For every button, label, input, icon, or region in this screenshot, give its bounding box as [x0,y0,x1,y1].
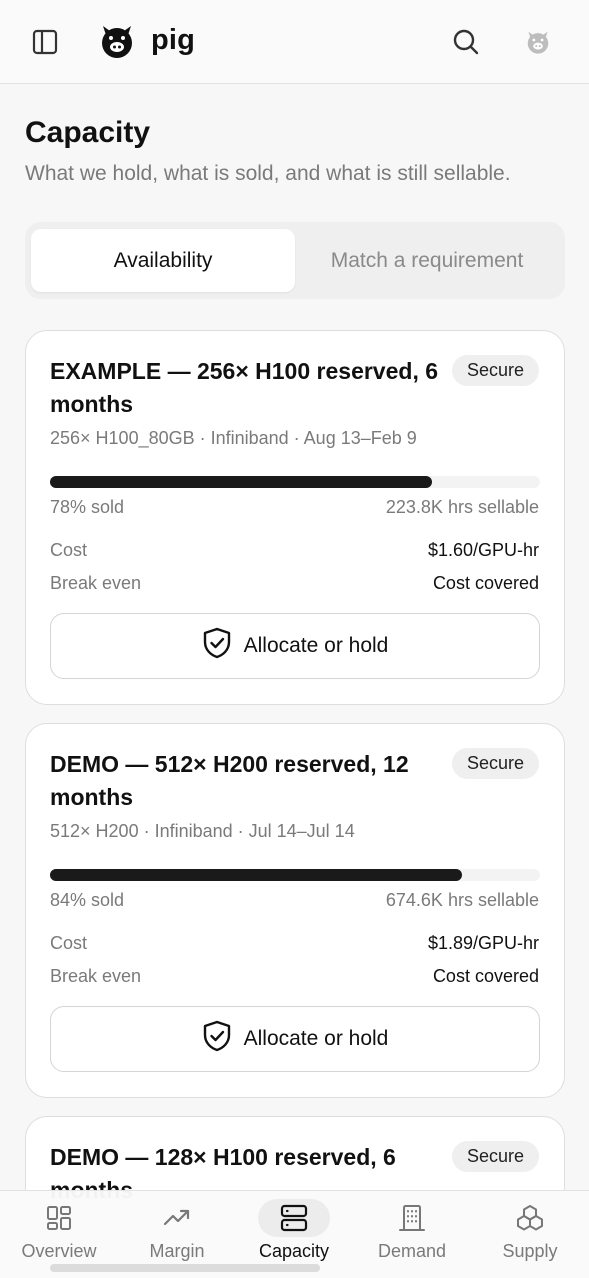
break-even-label: Break even [50,966,142,986]
allocate-button-label: Allocate or hold [243,1027,389,1050]
sold-percent: 84% sold [50,890,125,910]
sellable-hours: 223.8K hrs sellable [385,497,539,517]
nav-label: Capacity [258,1241,330,1261]
nav-label: Supply [502,1241,558,1261]
shield-check-icon [202,1020,232,1058]
trend-up-icon [162,1201,192,1235]
avatar-pig-icon[interactable] [522,26,554,58]
break-even-label: Break even [50,573,142,593]
allocate-or-hold-button[interactable]: Allocate or hold [50,613,540,679]
break-even-value: Cost covered [432,966,539,986]
home-indicator [50,1264,320,1272]
sidebar-toggle-icon[interactable] [27,24,63,60]
allocate-button-label: Allocate or hold [243,634,389,657]
card-title: DEMO — 512× H200 reserved, 12 months [50,751,409,810]
nav-overview[interactable]: Overview [0,1203,118,1267]
nav-supply[interactable]: Supply [471,1203,589,1267]
cost-label: Cost [50,540,88,560]
break-even-value: Cost covered [432,573,539,593]
segmented-tabs: Availability Match a requirement [25,222,565,299]
grid-icon [45,1201,73,1235]
boxes-icon [515,1201,545,1235]
shield-check-icon [202,627,232,665]
sold-progress-fill [50,476,433,488]
search-icon[interactable] [448,24,484,60]
status-badge: Secure [451,355,539,386]
tab-availability[interactable]: Availability [31,229,295,292]
building-icon [398,1201,426,1235]
sold-progress-bar [50,869,540,881]
sold-progress-fill [50,869,462,881]
nav-label: Margin [149,1241,205,1261]
top-bar: pig [0,0,589,84]
allocate-or-hold-button[interactable]: Allocate or hold [50,1006,540,1072]
sold-percent: 78% sold [50,497,125,517]
nav-capacity[interactable]: Capacity [235,1199,353,1267]
sold-progress-bar [50,476,540,488]
server-icon [279,1201,309,1235]
sellable-hours: 674.6K hrs sellable [385,890,539,910]
status-badge: Secure [451,1141,539,1172]
cost-value: $1.60/GPU-hr [427,540,539,560]
cost-label: Cost [50,933,88,953]
card-meta: 256× H100_80GB · Infiniband · Aug 13–Feb… [50,428,417,448]
card-meta: 512× H200 · Infiniband · Jul 14–Jul 14 [50,821,355,841]
capacity-card[interactable]: EXAMPLE — 256× H100 reserved, 6 months S… [25,330,565,705]
tab-match-requirement[interactable]: Match a requirement [295,229,559,292]
nav-margin[interactable]: Margin [118,1203,236,1267]
nav-label: Demand [377,1241,447,1261]
nav-demand[interactable]: Demand [353,1203,471,1267]
page-subtitle: What we hold, what is sold, and what is … [25,162,511,185]
pig-logo-icon [98,22,136,60]
nav-label: Overview [21,1241,97,1261]
page-title: Capacity [25,116,151,149]
status-badge: Secure [451,748,539,779]
card-title: EXAMPLE — 256× H100 reserved, 6 months [50,358,439,417]
brand-name[interactable]: pig [151,24,195,57]
capacity-card[interactable]: DEMO — 512× H200 reserved, 12 months Sec… [25,723,565,1098]
cost-value: $1.89/GPU-hr [427,933,539,953]
